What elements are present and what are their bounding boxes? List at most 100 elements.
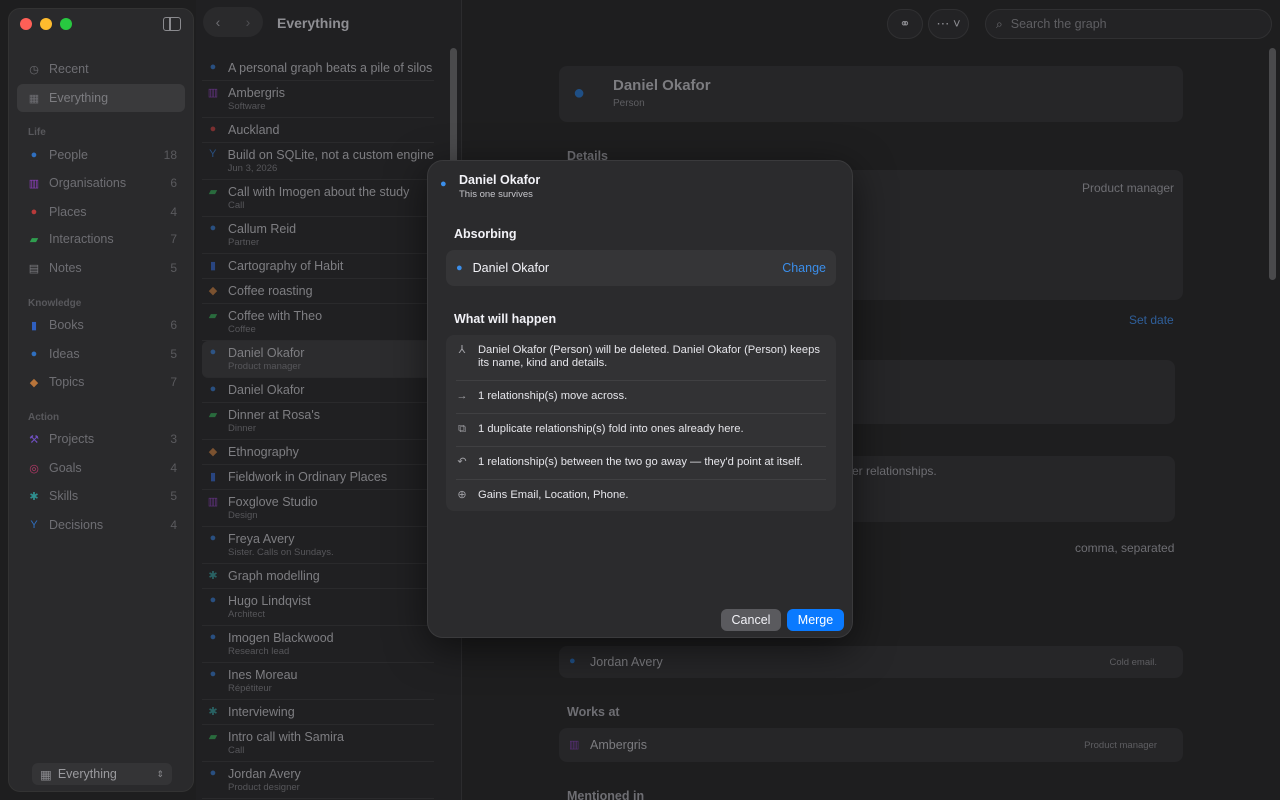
list-item-title: Dinner at Rosa's (228, 408, 321, 422)
list-item-title: Interviewing (228, 705, 295, 719)
sidebar-item-goals[interactable]: ◎ Goals 4 (17, 454, 185, 482)
list-item[interactable]: ● Imogen Blackwood Research lead (202, 626, 434, 663)
merge-icon: ⅄ (458, 344, 466, 356)
list-item[interactable]: ● Auckland (202, 118, 434, 143)
sidebar-toggle-icon[interactable] (163, 17, 181, 31)
chevron-updown-icon: ⇕ (156, 768, 164, 779)
list-item-subtitle: Architect (228, 609, 265, 620)
list-item-title: Auckland (228, 123, 280, 137)
note-icon: ▤ (28, 262, 40, 275)
list-item[interactable]: ● Freya Avery Sister. Calls on Sundays. (202, 527, 434, 564)
list-item-title: Ambergris (228, 86, 285, 100)
search-field[interactable]: ⌕ Search the graph (985, 9, 1272, 39)
list-item-title: A personal graph beats a pile of silos (228, 61, 433, 75)
list-title: Everything (277, 15, 350, 31)
sidebar-item-ideas[interactable]: ● Ideas 5 (17, 340, 185, 368)
person-icon: ● (569, 655, 576, 667)
list-item-title: Cartography of Habit (228, 259, 344, 273)
cancel-button[interactable]: Cancel (721, 609, 781, 631)
chat-icon: ▰ (208, 186, 218, 198)
sidebar-item-label: Ideas (49, 347, 80, 361)
role-value[interactable]: Product manager (1082, 181, 1174, 195)
sidebar-item-topics[interactable]: ◆ Topics 7 (17, 368, 185, 396)
sidebar-item-projects[interactable]: ⚒ Projects 3 (17, 425, 185, 453)
sidebar-item-places[interactable]: ● Places 4 (17, 198, 185, 226)
person-icon: ● (209, 383, 217, 395)
list-item[interactable]: ◆ Coffee roasting (202, 279, 434, 304)
list-item-subtitle: Product manager (228, 361, 301, 372)
list-item[interactable]: ● Jordan Avery Product designer (202, 762, 434, 799)
list-item-title: Intro call with Samira (228, 730, 345, 744)
entity-name[interactable]: Daniel Okafor (613, 77, 711, 94)
window-controls (20, 18, 72, 30)
building-icon: ▥ (207, 496, 219, 508)
survivor-subtitle: This one survives (459, 189, 533, 200)
list-item[interactable]: ● Daniel Okafor Product manager (202, 341, 434, 378)
list-item[interactable]: ▰ Intro call with Samira Call (202, 725, 434, 762)
sidebar-item-organisations[interactable]: ▥ Organisations 6 (17, 169, 185, 197)
list-item-subtitle: Dinner (228, 423, 256, 434)
list-item[interactable]: ● A personal graph beats a pile of silos (202, 56, 434, 81)
list-item[interactable]: ▰ Call with Imogen about the study Call (202, 180, 434, 217)
list-item-title: Jordan Avery (228, 767, 301, 781)
list-item[interactable]: ▥ Foxglove Studio Design (202, 490, 434, 527)
list-item[interactable]: ● Ines Moreau Répétiteur (202, 663, 434, 700)
plus-circle-icon: ⊕ (457, 489, 467, 501)
list-item[interactable]: ● Callum Reid Partner (202, 217, 434, 254)
sidebar-item-label: Everything (49, 91, 109, 105)
person-icon: ● (440, 178, 447, 190)
back-button[interactable]: ‹ (216, 14, 221, 30)
zoom-window-button[interactable] (60, 18, 72, 30)
list-item-title: Build on SQLite, not a custom engine (227, 148, 434, 162)
list-item[interactable]: ▰ Dinner at Rosa's Dinner (202, 403, 434, 440)
list-item[interactable]: ▰ Coffee with Theo Coffee (202, 304, 434, 341)
absorbing-label: Absorbing (454, 227, 517, 241)
works-at-row[interactable]: ▥ Ambergris Product manager (559, 728, 1183, 762)
merge-button[interactable]: Merge (787, 609, 844, 631)
sidebar-item-count: 18 (163, 148, 177, 162)
list-item[interactable]: ● Daniel Okafor (202, 378, 434, 403)
sidebar-item-count: 5 (170, 347, 177, 361)
app-window: ◷ Recent ▦ Everything Life ● People 18 ▥… (0, 0, 1280, 800)
change-button[interactable]: Change (782, 261, 826, 275)
list-item-title: Graph modelling (228, 569, 320, 583)
entity-kind: Person (613, 98, 645, 109)
search-placeholder: Search the graph (1010, 17, 1107, 31)
list-item[interactable]: ▮ Fieldwork in Ordinary Places (202, 465, 434, 490)
list-item-title: Fieldwork in Ordinary Places (228, 470, 388, 484)
graph-view-button[interactable]: ⚭ (887, 9, 923, 39)
list-item[interactable]: ● Hugo Lindqvist Architect (202, 589, 434, 626)
person-icon: ● (209, 346, 217, 358)
building-icon: ▥ (28, 177, 40, 190)
sidebar-item-skills[interactable]: ✱ Skills 5 (17, 482, 185, 510)
sidebar-item-interactions[interactable]: ▰ Interactions 7 (17, 225, 185, 253)
effect-row: ⧉ 1 duplicate relationship(s) fold into … (446, 423, 836, 436)
sidebar-item-notes[interactable]: ▤ Notes 5 (17, 254, 185, 282)
sidebar-section-action: Action (28, 412, 60, 423)
tags-hint[interactable]: comma, separated (1075, 541, 1174, 555)
list-item[interactable]: ▮ Cartography of Habit (202, 254, 434, 279)
list-item[interactable]: ▥ Ambergris Software (202, 81, 434, 118)
minimize-window-button[interactable] (40, 18, 52, 30)
sidebar-item-decisions[interactable]: Y Decisions 4 (17, 511, 185, 539)
scope-select[interactable]: ▦ Everything ⇕ (32, 763, 172, 785)
sidebar-item-count: 6 (170, 176, 177, 190)
sidebar-item-people[interactable]: ● People 18 (17, 141, 185, 169)
chat-icon: ▰ (208, 731, 218, 743)
list-item[interactable]: ✱ Interviewing (202, 700, 434, 725)
related-row[interactable]: ● Jordan Avery Cold email. (559, 646, 1183, 678)
list-item[interactable]: ✱ Graph modelling (202, 564, 434, 589)
sidebar-item-books[interactable]: ▮ Books 6 (17, 311, 185, 339)
sidebar-item-recent[interactable]: ◷ Recent (17, 55, 185, 83)
arrow-right-icon: → (456, 390, 468, 402)
sidebar-item-label: Decisions (49, 518, 104, 532)
list-item[interactable]: Y Build on SQLite, not a custom engine Jun… (202, 143, 434, 180)
chat-icon: ▰ (208, 310, 218, 322)
sidebar-item-everything[interactable]: ▦ Everything (17, 84, 185, 112)
list-item[interactable]: ◆ Ethnography (202, 440, 434, 465)
close-window-button[interactable] (20, 18, 32, 30)
set-date-link[interactable]: Set date (1129, 313, 1174, 327)
more-menu-button[interactable]: ⋯ ˅ (928, 9, 969, 39)
detail-scrollbar[interactable] (1269, 48, 1276, 280)
forward-button[interactable]: › (246, 14, 251, 30)
